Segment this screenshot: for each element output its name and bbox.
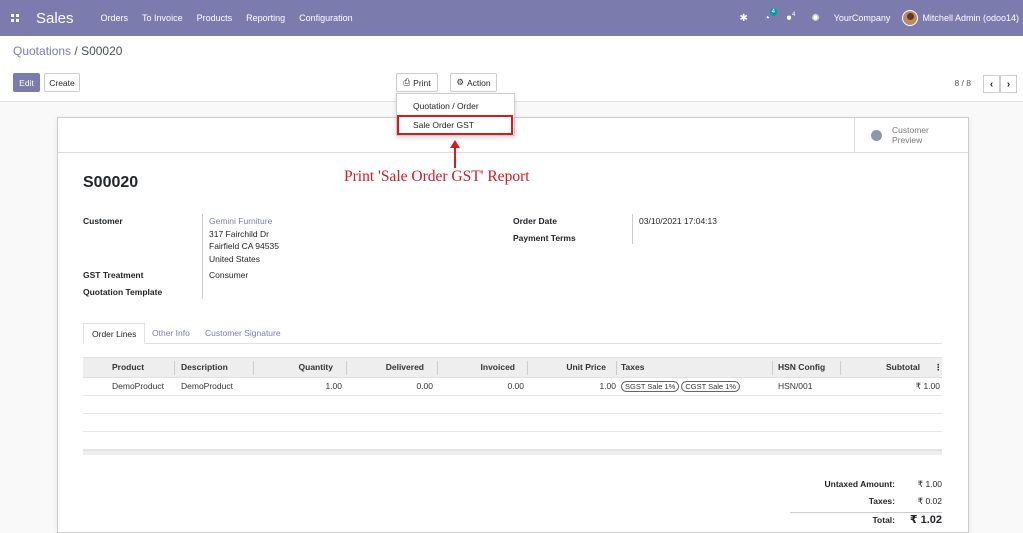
order-date-label: Order Date (513, 216, 557, 226)
cell-description[interactable]: DemoProduct (181, 378, 233, 395)
address-line2: Fairfield CA 94535 (209, 241, 279, 251)
print-button[interactable]: ⎙ Print (396, 73, 438, 92)
table-header: Product Description Quantity Delivered I… (83, 357, 943, 378)
company-switcher[interactable]: YourCompany (834, 13, 891, 23)
empty-row (83, 396, 942, 414)
untaxed-amount-label: Untaxed Amount: (824, 479, 895, 489)
order-name: S00020 (83, 174, 139, 191)
breadcrumb-separator: / (74, 44, 78, 58)
pager-buttons: ‹ › (983, 75, 1017, 93)
total-label: Total: (872, 515, 895, 525)
field-separator (202, 214, 203, 299)
col-taxes[interactable]: Taxes (621, 358, 644, 377)
order-lines-table: Product Description Quantity Delivered I… (83, 357, 943, 455)
menu-to-invoice[interactable]: To Invoice (135, 13, 190, 23)
globe-icon (871, 129, 882, 141)
cell-product[interactable]: DemoProduct (112, 378, 164, 395)
empty-row (83, 432, 942, 450)
printer-icon: ⎙ (403, 77, 411, 87)
apps-menu-icon[interactable] (8, 11, 22, 25)
edit-button[interactable]: Edit (13, 73, 40, 92)
app-name[interactable]: Sales (36, 10, 74, 27)
table-footer (83, 450, 942, 455)
menu-orders[interactable]: Orders (94, 13, 136, 23)
pager-previous-icon[interactable]: ‹ (983, 75, 1000, 93)
taxes-value: ₹ 0.02 (917, 496, 942, 506)
pager-value[interactable]: 8 / 8 (954, 78, 971, 88)
col-unit-price[interactable]: Unit Price (527, 358, 606, 377)
taxes-label: Taxes: (868, 496, 895, 506)
preview-line1: Customer (892, 125, 929, 135)
user-menu[interactable]: Mitchell Admin (odoo14) (922, 13, 1019, 23)
col-subtotal[interactable]: Subtotal (840, 358, 920, 377)
col-description[interactable]: Description (181, 358, 228, 377)
menu-products[interactable]: Products (190, 13, 240, 23)
activity-badge: 4 (769, 7, 777, 16)
cell-hsn[interactable]: HSN/001 (778, 378, 813, 395)
pager-next-icon[interactable]: › (1000, 75, 1017, 93)
activity-icon[interactable]: ◔ 4 (764, 7, 777, 24)
cell-delivered[interactable]: 0.00 (346, 378, 433, 395)
bug-icon[interactable]: ✱ (740, 13, 748, 24)
breadcrumb-current: S00020 (81, 44, 123, 58)
col-hsn-config[interactable]: HSN Config (778, 358, 825, 377)
col-quantity[interactable]: Quantity (253, 358, 333, 377)
cell-taxes[interactable]: SGST Sale 1% CGST Sale 1% (621, 378, 742, 395)
create-button[interactable]: Create (44, 73, 80, 92)
tax-tag: SGST Sale 1% (621, 381, 680, 392)
menu-configuration[interactable]: Configuration (292, 13, 360, 23)
tab-order-lines[interactable]: Order Lines (83, 323, 146, 344)
print-quotation-order[interactable]: Quotation / Order (397, 98, 514, 114)
address-line3: United States (209, 254, 261, 264)
total-value: ₹ 1.02 (909, 514, 942, 526)
notebook-tabs: Order Lines Other Info Customer Signatur… (83, 323, 942, 344)
col-separator (772, 361, 773, 375)
gst-treatment-value[interactable]: Consumer (209, 270, 248, 280)
field-separator (632, 214, 633, 244)
systray: ✱ ◔ 4 ●4 ✺ YourCompany Mitchell Admin (od… (732, 0, 1023, 36)
cell-invoiced[interactable]: 0.00 (437, 378, 524, 395)
table-row[interactable]: DemoProduct DemoProduct 1.00 0.00 0.00 1… (83, 378, 942, 396)
tab-customer-signature[interactable]: Customer Signature (197, 323, 289, 344)
print-dropdown-menu: Quotation / Order Sale Order GST (396, 93, 515, 136)
untaxed-amount-value: ₹ 1.00 (917, 479, 942, 489)
preview-line2: Preview (892, 135, 923, 145)
gear-icon: ⚙ (456, 77, 464, 87)
print-sale-order-gst[interactable]: Sale Order GST (397, 115, 513, 135)
col-separator (174, 361, 175, 375)
col-invoiced[interactable]: Invoiced (437, 358, 515, 377)
user-avatar[interactable] (902, 10, 919, 26)
cell-subtotal: ₹ 1.00 (915, 381, 940, 391)
messages-count: 4 (792, 12, 796, 19)
top-navbar: Sales Orders To Invoice Products Reporti… (0, 0, 1023, 36)
annotation-text: Print 'Sale Order GST' Report (344, 168, 530, 185)
customer-label: Customer (83, 216, 123, 226)
action-button[interactable]: ⚙ Action (450, 73, 497, 92)
menu-reporting[interactable]: Reporting (239, 13, 292, 23)
quotation-template-label: Quotation Template (83, 287, 163, 297)
main-menu: Orders To Invoice Products Reporting Con… (94, 13, 360, 23)
tax-tag: CGST Sale 1% (681, 381, 741, 392)
breadcrumb-quotations[interactable]: Quotations (13, 44, 71, 58)
print-label: Print (413, 77, 431, 88)
customer-link[interactable]: Gemini Furniture (209, 216, 272, 226)
payment-terms-label: Payment Terms (513, 233, 576, 243)
empty-row (83, 414, 942, 432)
address-line1: 317 Fairchild Dr (209, 229, 269, 239)
messages-icon[interactable]: ●4 (786, 12, 795, 23)
optional-columns-icon[interactable]: ⋮ (934, 358, 943, 377)
cell-quantity[interactable]: 1.00 (253, 378, 342, 395)
settings-icon[interactable]: ✺ (811, 13, 819, 24)
tab-other-info[interactable]: Other Info (144, 323, 198, 344)
col-delivered[interactable]: Delivered (346, 358, 424, 377)
customer-preview-button[interactable]: Customer Preview (854, 118, 968, 152)
cell-unit-price[interactable]: 1.00 (527, 378, 616, 395)
breadcrumb: Quotations / S00020 (13, 44, 122, 58)
col-separator (616, 361, 617, 375)
col-product[interactable]: Product (112, 358, 144, 377)
action-label: Action (467, 77, 491, 88)
gst-treatment-label: GST Treatment (83, 270, 144, 280)
order-date-value[interactable]: 03/10/2021 17:04:13 (639, 216, 717, 226)
